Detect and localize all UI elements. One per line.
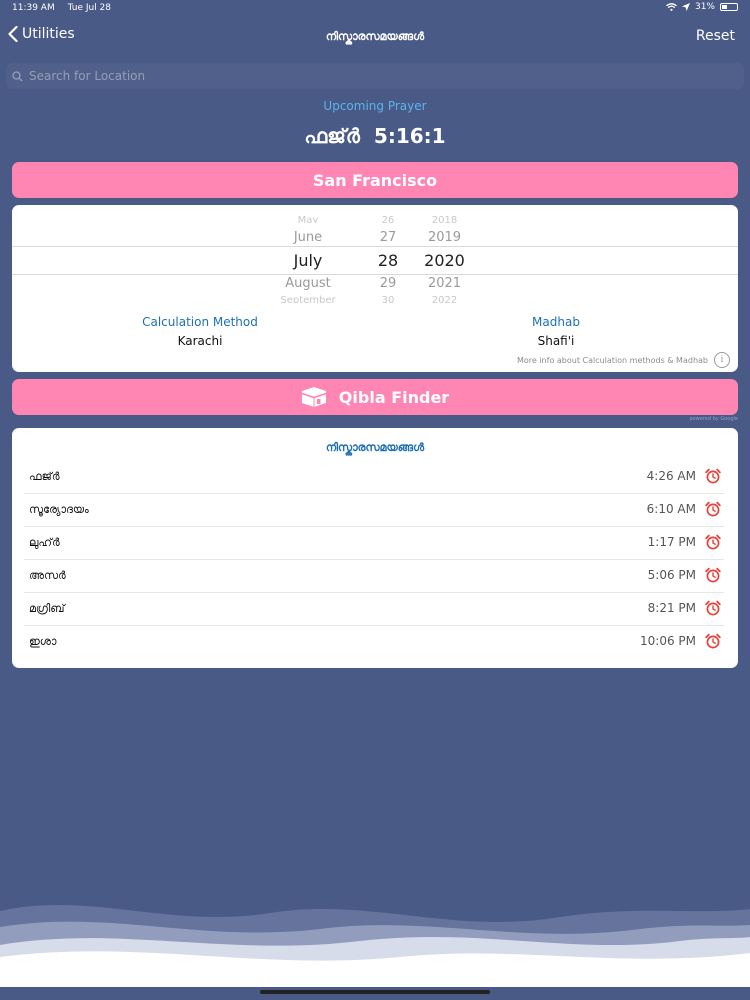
reset-button[interactable]: Reset [696, 28, 735, 44]
prayer-name: ഫജ്ർ [29, 470, 60, 483]
prayer-name: അസർ [29, 569, 66, 582]
madhab-value[interactable]: Shafi'i [456, 334, 656, 348]
prayer-time: 1:17 PM [647, 535, 696, 549]
city-button[interactable]: San Francisco [12, 162, 738, 198]
picker-month-option[interactable]: June [260, 230, 356, 245]
date-settings-card: May June July August September 26 27 28 … [12, 205, 738, 372]
picker-year-option: 2022 [431, 295, 458, 303]
battery-icon [720, 3, 738, 11]
prayer-name: ഇശാ [29, 635, 57, 648]
alarm-clock-icon[interactable] [705, 600, 721, 616]
alarm-clock-icon[interactable] [705, 501, 721, 517]
home-indicator[interactable] [260, 990, 490, 994]
picker-year-option[interactable]: 2019 [412, 230, 477, 245]
prayer-row-sunrise: സൂര്യോദയം 6:10 AM [24, 493, 724, 527]
picker-day-selected[interactable]: 28 [358, 251, 418, 270]
decorative-waves [0, 905, 750, 987]
prayer-times-card: നിസ്കാരസമയങ്ങൾ ഫജ്ർ 4:26 AM സൂര്യോദയം 6:… [12, 428, 738, 668]
date-picker[interactable]: May June July August September 26 27 28 … [12, 215, 738, 305]
prayer-row-fajr: ഫജ്ർ 4:26 AM [24, 460, 724, 494]
picker-year-option: 2018 [431, 215, 458, 223]
page-title: നിസ്കാരസമയങ്ങൾ [325, 30, 425, 43]
picker-day-option: 26 [381, 215, 395, 223]
prayer-time: 4:26 AM [646, 469, 696, 483]
picker-year-selected[interactable]: 2020 [412, 251, 477, 270]
more-info-text: More info about Calculation methods & Ma… [516, 356, 708, 365]
calculation-method-label[interactable]: Calculation Method [100, 315, 300, 329]
upcoming-prayer-label: Upcoming Prayer [323, 99, 427, 113]
calculation-method-value[interactable]: Karachi [100, 334, 300, 348]
picker-month-selected[interactable]: July [260, 251, 356, 270]
picker-day-option[interactable]: 27 [358, 230, 418, 245]
qibla-finder-button[interactable]: Qibla Finder [12, 379, 738, 415]
prayer-times-title: നിസ്കാരസമയങ്ങൾ [325, 441, 425, 454]
upcoming-countdown: 5:16:1 [373, 124, 446, 148]
picker-day-option: 30 [381, 295, 395, 303]
picker-year-option[interactable]: 2021 [412, 276, 477, 291]
prayer-row-maghrib: മഗ്രിബ് 8:21 PM [24, 592, 724, 626]
alarm-clock-icon[interactable] [705, 468, 721, 484]
location-arrow-icon [681, 3, 690, 11]
status-time: 11:39 AM [12, 3, 55, 13]
wifi-icon [666, 3, 677, 11]
picker-day-option[interactable]: 29 [358, 276, 418, 291]
picker-month-option: May [297, 215, 319, 223]
prayer-time: 8:21 PM [647, 601, 696, 615]
prayer-time: 6:10 AM [646, 502, 696, 516]
prayer-row-asr: അസർ 5:06 PM [24, 559, 724, 593]
prayer-row-dhuhr: ലുഹ്ർ 1:17 PM [24, 526, 724, 560]
alarm-clock-icon[interactable] [705, 567, 721, 583]
upcoming-prayer: ഫജ്ർ 5:16:1 [0, 124, 750, 148]
location-search-bar [6, 63, 744, 89]
search-input[interactable] [27, 68, 711, 84]
prayer-name: ലുഹ്ർ [29, 536, 60, 549]
status-date: Tue Jul 28 [67, 3, 112, 13]
prayer-row-isha: ഇശാ 10:06 PM [24, 625, 724, 658]
madhab-label[interactable]: Madhab [456, 315, 656, 329]
status-bar: 11:39 AM Tue Jul 28 31% [0, 0, 750, 18]
prayer-time: 5:06 PM [647, 568, 696, 582]
upcoming-prayer-name: ഫജ്ർ [304, 124, 360, 148]
picker-month-option[interactable]: August [260, 276, 356, 291]
search-icon [12, 70, 23, 81]
navigation-bar: Utilities നിസ്കാരസമയങ്ങൾ Reset [0, 22, 750, 52]
alarm-clock-icon[interactable] [705, 534, 721, 550]
battery-percent: 31% [694, 2, 715, 12]
kaaba-icon [301, 387, 327, 407]
alarm-clock-icon[interactable] [705, 633, 721, 649]
prayer-name: മഗ്രിബ് [29, 602, 65, 615]
picker-month-option: September [280, 295, 336, 303]
prayer-time: 10:06 PM [640, 634, 696, 648]
qibla-finder-label: Qibla Finder [338, 387, 450, 407]
prayer-name: സൂര്യോദയം [29, 503, 89, 516]
info-icon[interactable]: i [714, 352, 730, 368]
powered-by-google: powered by Google [689, 416, 738, 422]
